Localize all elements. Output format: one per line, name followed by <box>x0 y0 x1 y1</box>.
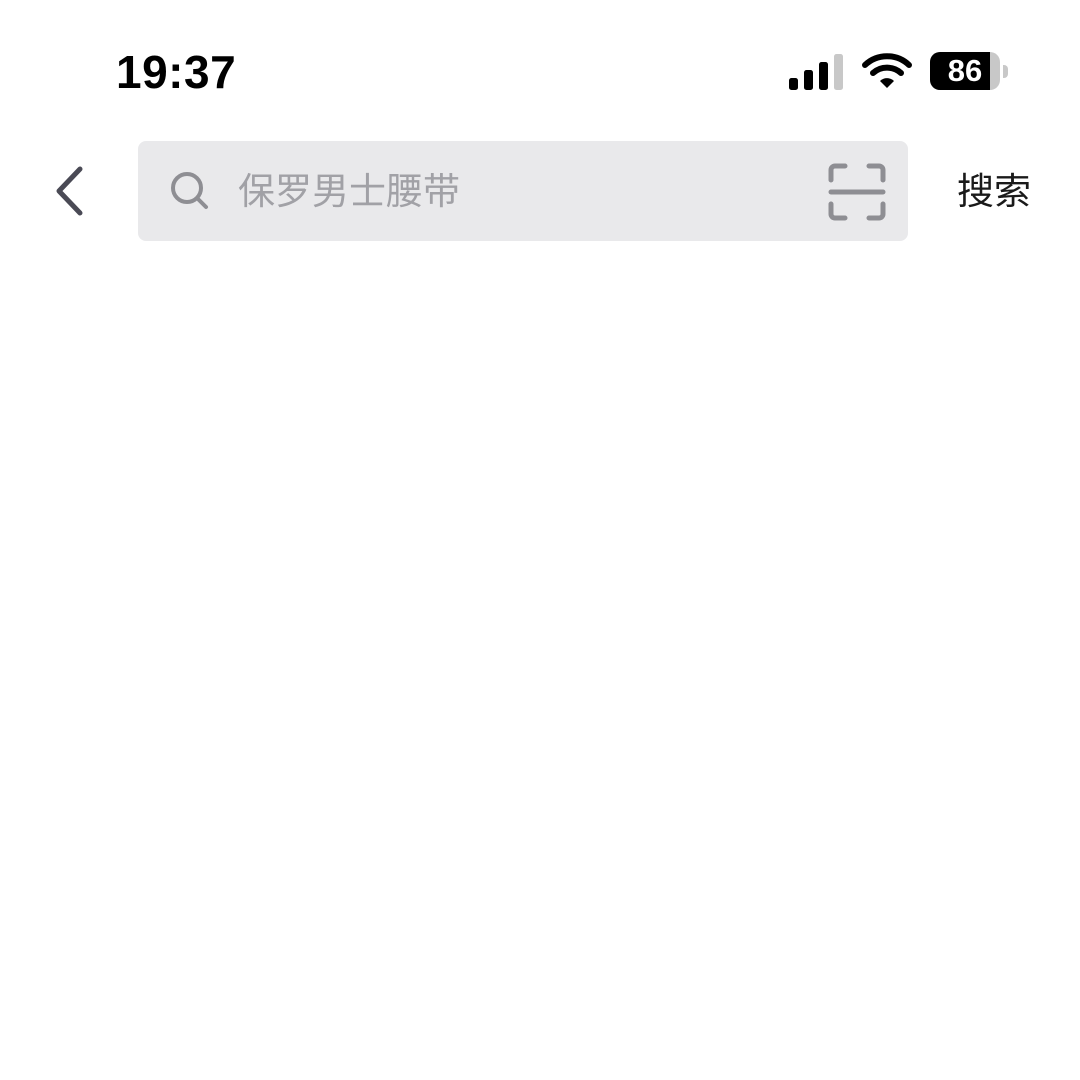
search-box[interactable] <box>138 141 908 241</box>
search-page: 19:37 86 保罗男士腰带 搜索 <box>0 0 1080 1080</box>
wifi-icon <box>862 53 912 88</box>
chevron-left-icon <box>56 166 83 216</box>
signal-icon <box>789 54 843 90</box>
content-area <box>0 260 1080 1080</box>
battery-body: 86 <box>930 52 1000 90</box>
back-button[interactable] <box>40 156 100 226</box>
search-icon <box>171 172 208 209</box>
search-input[interactable] <box>238 161 798 221</box>
battery-icon: 86 <box>930 52 1010 92</box>
scan-icon[interactable] <box>828 163 886 221</box>
battery-level: 86 <box>947 53 983 88</box>
status-bar: 19:37 86 <box>0 0 1080 130</box>
search-button[interactable]: 搜索 <box>944 162 1044 222</box>
status-time: 19:37 <box>116 46 237 98</box>
battery-nub <box>1003 65 1008 78</box>
